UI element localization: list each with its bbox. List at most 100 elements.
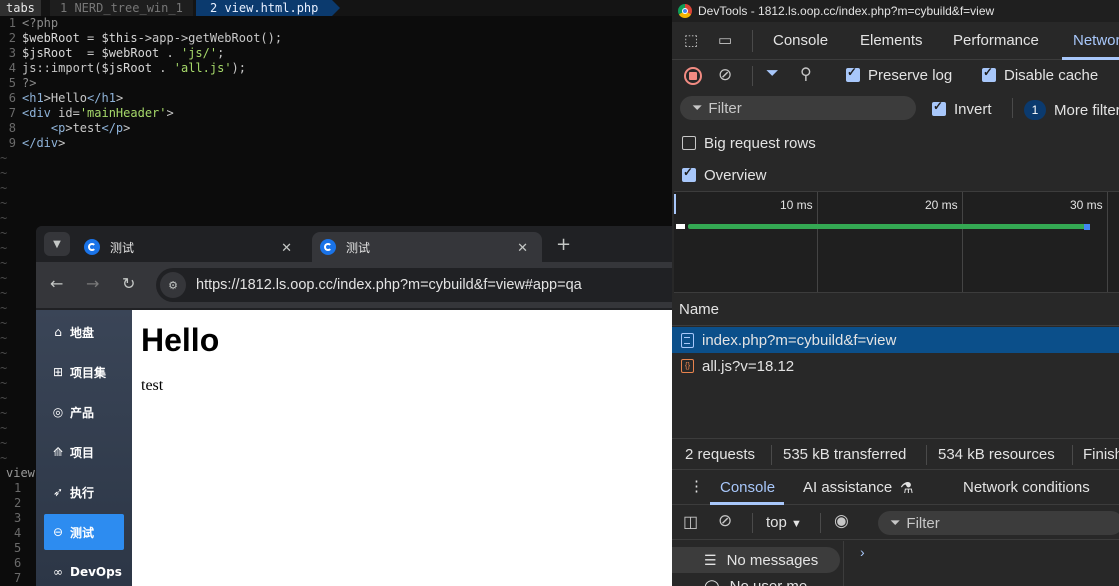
preserve-log-checkbox[interactable]: Preserve log [846, 65, 952, 85]
menu-icon: ⌂ [54, 325, 62, 339]
code-line[interactable]: 5 ?> [0, 76, 37, 91]
sidebar-item-devops[interactable]: ∞ DevOps [44, 554, 124, 586]
stop-recording-icon[interactable] [684, 67, 702, 85]
search-icon[interactable]: ⚲ [800, 64, 812, 84]
line-number: 3 [14, 511, 22, 525]
request-row-document[interactable]: index.php?m=cybuild&f=view [672, 327, 1119, 353]
tick-label: 10 ms [780, 198, 813, 212]
divider [752, 513, 753, 533]
sidebar-item-user-messages[interactable]: ◯ No user me [672, 573, 840, 586]
empty-line-marker: ~ [0, 241, 8, 255]
sidebar-toggle-icon[interactable]: ◫ [683, 512, 698, 532]
code-line[interactable]: 7 <div id='mainHeader'> [0, 106, 174, 121]
empty-line-marker: ~ [0, 331, 8, 345]
devtools-window: DevTools - 1812.ls.oop.cc/index.php?m=cy… [672, 0, 1119, 586]
sidebar-item-dashboard[interactable]: ⌂ 地盘 [44, 314, 124, 350]
tab-elements[interactable]: Elements [860, 32, 923, 49]
active-tab-indicator [1062, 57, 1119, 60]
page-heading: Hello [141, 322, 220, 358]
close-icon[interactable]: ✕ [517, 240, 528, 256]
context-selector[interactable]: top ▼ [766, 514, 802, 531]
code-text: <?php [22, 16, 59, 30]
name-column-header[interactable]: Name [679, 301, 719, 318]
sidebar-item-test[interactable]: ⊖ 测试 [44, 514, 124, 550]
tab-search-button[interactable]: ▼ [44, 232, 70, 256]
drawer-tab-console[interactable]: Console [720, 479, 775, 496]
tab-performance[interactable]: Performance [953, 32, 1039, 49]
sidebar-item-product[interactable]: ◎ 产品 [44, 394, 124, 430]
big-request-rows-checkbox[interactable]: Big request rows [682, 135, 816, 153]
sidebar-item-program[interactable]: ⊞ 项目集 [44, 354, 124, 390]
list-icon: ☰ [704, 551, 717, 568]
code-text: <h1>Hello</h1> [22, 91, 124, 105]
code-line[interactable]: 1 <?php [0, 16, 58, 31]
code-line[interactable]: 9 </div> [0, 136, 66, 151]
inspect-element-icon[interactable]: ⬚ [684, 31, 698, 49]
tab-title: 测试 [110, 240, 135, 255]
empty-line-marker: ~ [0, 226, 8, 240]
browser-tab-active[interactable]: 测试 ✕ [312, 232, 542, 262]
request-row-script[interactable]: {} all.js?v=18.12 [672, 353, 1119, 379]
console-filter-input[interactable]: ⏷ Filter [878, 511, 1119, 535]
browser-tab-inactive[interactable]: 测试 ✕ [76, 232, 306, 262]
site-info-icon[interactable]: ⚙ [160, 272, 186, 298]
checkbox-checked-icon [932, 99, 946, 116]
network-overview-timeline[interactable]: 10 ms 20 ms 30 ms [674, 191, 1119, 293]
load-event-marker [1084, 224, 1090, 230]
line-number: 2 [8, 31, 16, 45]
empty-line-marker: ~ [0, 421, 8, 435]
code-line[interactable]: 2 $webRoot = $this->app->getWebRoot(); [0, 31, 282, 46]
code-text: $jsRoot = $webRoot . 'js/'; [22, 46, 225, 60]
sidebar-item-project[interactable]: ⟰ 项目 [44, 434, 124, 470]
code-line[interactable]: 6 <h1>Hello</h1> [0, 91, 123, 106]
tab-console[interactable]: Console [773, 32, 828, 49]
disable-cache-checkbox[interactable]: Disable cache [982, 65, 1098, 85]
user-icon: ◯ [704, 577, 720, 586]
code-line[interactable]: 3 $jsRoot = $webRoot . 'js/'; [0, 46, 225, 61]
line-number: 6 [14, 556, 22, 570]
checkbox-checked-icon [682, 165, 696, 182]
network-filter-input[interactable]: ⏷ Filter [680, 96, 916, 120]
reload-icon[interactable]: ↻ [122, 274, 135, 293]
drawer-tab-network-conditions[interactable]: Network conditions [963, 479, 1090, 496]
summary-transferred: 535 kB transferred [783, 446, 907, 463]
eye-icon[interactable]: ◉ [834, 511, 849, 531]
filter-funnel-icon[interactable]: ⏷ [766, 65, 779, 83]
back-arrow-icon[interactable]: ← [50, 274, 63, 293]
close-icon[interactable]: ✕ [281, 240, 292, 256]
tab-network[interactable]: Network [1073, 32, 1119, 49]
clear-icon[interactable]: ⊘ [718, 65, 732, 85]
code-line[interactable]: 8 <p>test</p> [0, 121, 131, 136]
grid-line [1107, 192, 1108, 292]
url-text[interactable]: https://1812.ls.oop.cc/index.php?m=cybui… [196, 277, 582, 293]
console-prompt-icon[interactable]: › [860, 544, 865, 560]
chevron-down-icon: ▼ [53, 238, 61, 250]
sidebar-item-execution[interactable]: ➶ 执行 [44, 474, 124, 510]
empty-line-marker: ~ [0, 376, 8, 390]
vim-tab-view[interactable]: 2 view.html.php [196, 0, 341, 16]
filter-funnel-icon: ⏷ [692, 100, 703, 115]
console-filter-placeholder: Filter [906, 514, 940, 532]
requests-table-header: Name [672, 294, 1119, 326]
empty-line-marker: ~ [0, 316, 8, 330]
invert-checkbox[interactable]: Invert [932, 99, 992, 119]
overview-start-marker[interactable] [674, 194, 676, 214]
forward-arrow-icon[interactable]: → [86, 274, 99, 293]
grid-line [817, 192, 818, 292]
vim-tab-nerdtree[interactable]: 1 NERD_tree_win_1 [50, 0, 193, 16]
line-number: 5 [8, 76, 16, 90]
sidebar-item-messages[interactable]: ☰ No messages [672, 547, 840, 573]
more-filters-button[interactable]: 1 More filters [1024, 100, 1119, 120]
clear-console-icon[interactable]: ⊘ [718, 511, 732, 531]
code-line[interactable]: 4 js::import($jsRoot . 'all.js'); [0, 61, 246, 76]
address-bar[interactable]: ⚙ https://1812.ls.oop.cc/index.php?m=cyb… [156, 268, 676, 302]
drawer-tab-ai-assistance[interactable]: AI assistance [803, 479, 892, 496]
drawer-menu-icon[interactable]: ⋮ [689, 477, 704, 495]
new-tab-icon[interactable]: + [556, 234, 571, 255]
line-number: 5 [14, 541, 22, 555]
device-toolbar-icon[interactable]: ▭ [718, 31, 732, 49]
request-name: all.js?v=18.12 [702, 357, 795, 375]
sidebar-item-label: 地盘 [70, 325, 95, 340]
sidebar-item-label: No user me [729, 577, 808, 586]
overview-checkbox[interactable]: Overview [682, 165, 767, 185]
